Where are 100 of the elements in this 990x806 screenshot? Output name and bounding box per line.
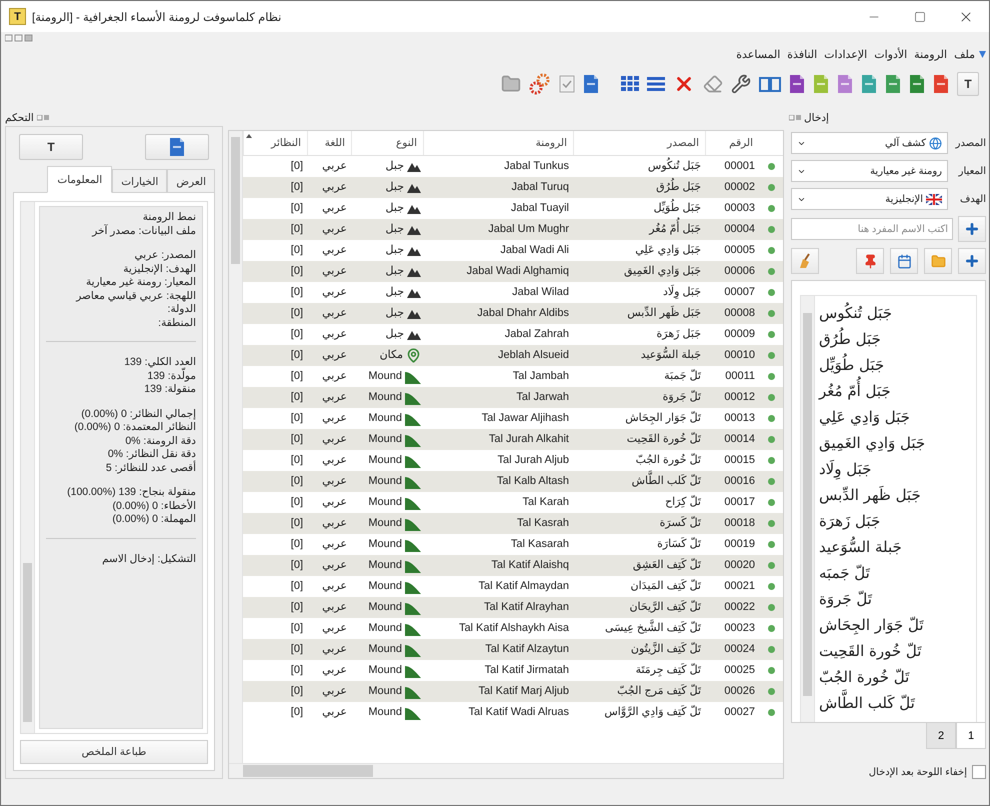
table-cell-text: [0] xyxy=(290,705,304,720)
list-item[interactable]: جَبَل طُوَيِّل xyxy=(819,352,884,378)
document-icon[interactable] xyxy=(909,74,925,94)
list-item[interactable]: جَبَل تُنكُوس xyxy=(819,300,892,326)
table-cell-text: عربي xyxy=(321,453,348,468)
eraser-icon[interactable] xyxy=(703,74,723,94)
window-controls-icon[interactable] xyxy=(5,34,35,42)
mound-icon xyxy=(405,622,421,636)
table-cell-text: عربي xyxy=(321,243,348,258)
table-cell-text: عربي xyxy=(321,201,348,216)
scrollbar[interactable] xyxy=(229,763,783,778)
document-icon[interactable] xyxy=(861,74,877,94)
plus-icon xyxy=(964,221,980,237)
list-item[interactable]: تَلّ جَروَة xyxy=(819,586,872,612)
menu-icon[interactable] xyxy=(979,50,986,58)
table-cell-text: 00013 xyxy=(723,411,756,426)
dropdown[interactable]: كشف آلي xyxy=(791,132,948,154)
list-icon[interactable] xyxy=(647,76,665,92)
table-cell-text: Tal Katif Alshaykh Aisa xyxy=(458,621,570,636)
table-cell-text: جبل xyxy=(386,306,404,321)
location-pin-icon xyxy=(406,348,421,363)
add-button[interactable] xyxy=(958,216,986,242)
maximize-icon[interactable] xyxy=(914,10,926,22)
letter-button[interactable]: T xyxy=(957,72,979,96)
document-button[interactable] xyxy=(145,134,209,160)
list-item[interactable]: جَبَل وَادِي عَلِي xyxy=(819,404,910,430)
scrollbar[interactable] xyxy=(229,131,243,763)
broom-button[interactable] xyxy=(791,248,819,274)
column-header[interactable]: النوع xyxy=(351,131,423,155)
column-header[interactable]: اللغة xyxy=(307,131,351,155)
status-dot xyxy=(768,520,774,527)
folder-button[interactable] xyxy=(924,248,952,274)
scrollbar[interactable] xyxy=(21,202,35,733)
list-item[interactable]: جَبَل وَادِي الغَمِيق xyxy=(819,430,926,456)
column-header[interactable]: الرقم xyxy=(705,131,759,155)
list-item[interactable]: جَبَل زَهرَة xyxy=(819,508,880,534)
menu-item[interactable]: ملف xyxy=(951,48,978,60)
column-header[interactable]: الرومنة xyxy=(423,131,573,155)
list-item[interactable]: تَلّ جَوَار الجِحَاش xyxy=(819,612,924,638)
calendar-button[interactable] xyxy=(890,248,918,274)
dropdown[interactable]: الإنجليزية xyxy=(791,188,948,210)
document-icon[interactable] xyxy=(837,74,853,94)
status-dot xyxy=(768,436,774,443)
table-cell-text: [0] xyxy=(290,684,304,699)
page-tab[interactable]: 1 xyxy=(956,723,986,749)
list-item[interactable]: تَلّ كَلب الطَّاش xyxy=(819,690,915,716)
document-icon[interactable] xyxy=(583,74,599,94)
pin-button[interactable] xyxy=(856,248,884,274)
status-dot xyxy=(768,667,774,674)
tab[interactable]: العرض xyxy=(167,169,215,193)
letter-button[interactable]: T xyxy=(19,134,83,160)
table-cell-text: عربي xyxy=(321,264,348,279)
print-summary-button[interactable]: طباعة الملخص xyxy=(20,740,208,764)
list-item[interactable]: جَبَل ظَهر الدِّبس xyxy=(819,482,921,508)
scrollbar[interactable] xyxy=(801,296,815,722)
checkbox[interactable] xyxy=(972,765,986,779)
name-input[interactable]: اكتب الاسم المفرد هنا xyxy=(791,218,953,240)
list-item[interactable]: جَبَل أُمّ مُغُر xyxy=(819,378,891,404)
list-item[interactable]: جَبلة السُّوَعيد xyxy=(819,534,902,560)
page-tab[interactable]: 2 xyxy=(926,723,956,749)
menu-item[interactable]: الإعدادات xyxy=(821,48,870,60)
wrench-icon[interactable] xyxy=(731,74,751,94)
folder-icon[interactable] xyxy=(501,74,521,94)
list-item[interactable]: تَلّ خُورة الجُبّ xyxy=(819,664,910,690)
menu-item[interactable]: النافذة xyxy=(784,48,820,60)
table-cell-text: Tal Jurah Aljub xyxy=(496,453,570,468)
tab[interactable]: الخيارات xyxy=(112,169,168,193)
document-icon[interactable] xyxy=(789,74,805,94)
add-button[interactable] xyxy=(958,248,986,274)
table-cell-text: [0] xyxy=(290,222,304,237)
checklist-icon[interactable] xyxy=(559,75,575,93)
table-cell-text: Jabal Wadi Ali xyxy=(499,243,570,258)
list-item[interactable]: تَلّ جَمبَه xyxy=(819,560,870,586)
table-cell-text: Tal Katif Alzaytun xyxy=(484,642,570,657)
table-cell-text: [0] xyxy=(290,537,304,552)
document-icon[interactable] xyxy=(933,74,949,94)
menu-item[interactable]: الأدوات xyxy=(871,48,910,60)
grid-icon[interactable] xyxy=(621,76,639,92)
table-cell-text: [0] xyxy=(290,516,304,531)
table-cell-text: Mound xyxy=(368,642,402,657)
menu-item[interactable]: الرومنة xyxy=(911,48,950,60)
table-cell-text: Mound xyxy=(368,369,402,384)
table-cell-text: تَلّ جَمبَة xyxy=(663,368,702,384)
list-item[interactable]: جَبَل وِلَاد xyxy=(819,456,872,482)
table-cell-text: عربي xyxy=(321,600,348,615)
document-icon[interactable] xyxy=(885,74,901,94)
book-icon[interactable] xyxy=(759,74,781,94)
list-item[interactable]: جَبَل طُرُق xyxy=(819,326,881,352)
status-dot xyxy=(768,268,774,275)
table-cell-text: 00027 xyxy=(723,705,756,720)
panel-controls-icon[interactable] xyxy=(36,115,49,121)
table-cell-text: [0] xyxy=(290,306,304,321)
dropdown[interactable]: رومنة غير معيارية xyxy=(791,160,948,182)
tab[interactable]: المعلومات xyxy=(47,166,112,193)
gears-icon[interactable] xyxy=(529,73,551,95)
column-header[interactable]: المصدر xyxy=(573,131,705,155)
panel-controls-icon[interactable] xyxy=(789,115,801,121)
mound-icon xyxy=(405,390,421,404)
menu-item[interactable]: المساعدة xyxy=(733,48,784,60)
list-item[interactable]: تَلّ خُورة القَحِيت xyxy=(819,638,922,664)
